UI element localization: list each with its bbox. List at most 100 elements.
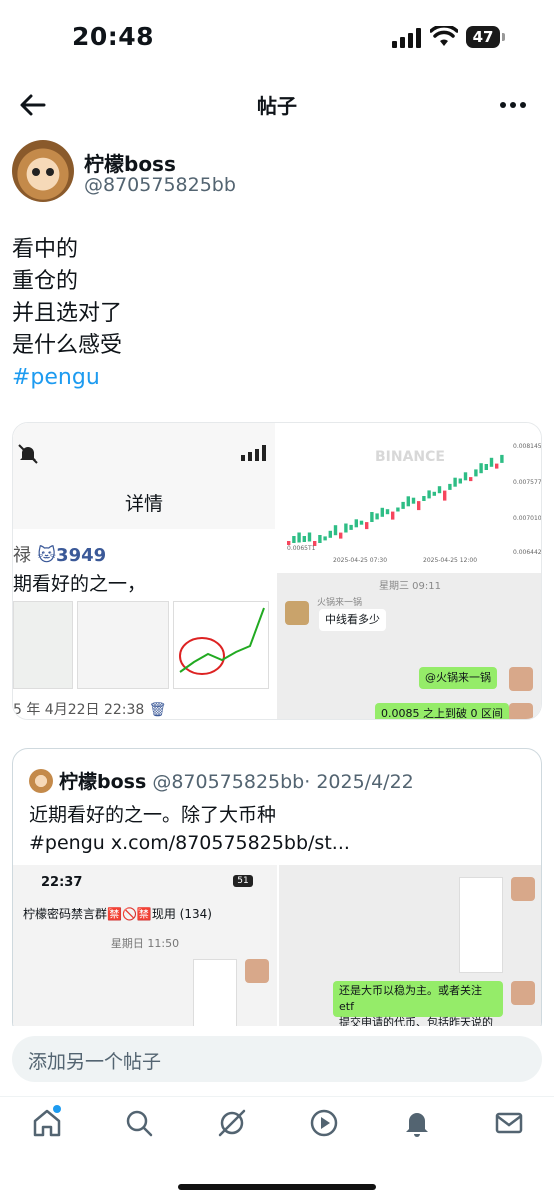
candle: [354, 519, 358, 528]
detail-label: 详情: [124, 493, 163, 515]
chat-sender: 火锅来一锅: [317, 598, 363, 608]
status-time: 20:48: [72, 22, 155, 51]
quoted-post[interactable]: 柠檬boss @870575825bb· 2025/4/22 近期看好的之一。除…: [12, 748, 542, 1038]
candle: [474, 469, 478, 477]
more-options-icon[interactable]: [498, 90, 528, 120]
grok-icon[interactable]: [216, 1107, 248, 1139]
media-grid[interactable]: 详情 禄 🐱3949 期看好的之一， 5 年 4月22日 22:38 🗑 BIN…: [12, 422, 542, 720]
quote-image-1[interactable]: 22:37 51 柠檬密码禁言群🈲🚫🈲现用 (134) 星期日 11:50: [13, 865, 277, 1037]
wifi-icon: [430, 26, 458, 46]
candle: [328, 530, 332, 538]
mail-icon[interactable]: [493, 1107, 525, 1139]
notification-dot: [53, 1105, 61, 1113]
candle: [422, 496, 426, 501]
price-label: 0.007010: [513, 515, 542, 522]
candle: [406, 496, 410, 507]
add-post-input[interactable]: 添加另一个帖子: [12, 1036, 542, 1082]
status-bar: 20:48 47: [0, 0, 554, 72]
candle: [458, 478, 462, 484]
count-value: 🐱3949: [37, 545, 107, 566]
post-line: 看中的: [12, 237, 79, 262]
post-line: 是什么感受: [12, 333, 123, 358]
search-icon[interactable]: [123, 1107, 155, 1139]
home-indicator: [178, 1184, 376, 1190]
screenshot-time: 22:37: [41, 875, 83, 890]
price-label: 0.007577: [513, 479, 542, 486]
quote-date: · 2025/4/22: [304, 771, 414, 793]
candle: [484, 464, 488, 470]
media-image-3[interactable]: 星期三 09:11 火锅来一锅 中线看多少 @火锅来一锅 0.0085 之上到破…: [277, 573, 541, 719]
media-image-1[interactable]: 详情 禄 🐱3949 期看好的之一， 5 年 4月22日 22:38 🗑: [13, 423, 275, 719]
candlestick-chart: [287, 454, 504, 546]
quote-image-2[interactable]: 还是大币以稳为主。或者关注 etf 提交申请的代币、包括昨天说的: [279, 865, 541, 1037]
video-icon[interactable]: [308, 1107, 340, 1139]
mute-bell-icon: [18, 444, 38, 464]
screenshot-battery: 51: [233, 875, 253, 887]
quote-author-handle: @870575825bb: [152, 771, 305, 793]
chart-watermark: BINANCE: [375, 449, 445, 465]
signal-icon: [241, 445, 266, 461]
author-name[interactable]: 柠檬boss: [84, 148, 176, 177]
candle: [344, 523, 348, 533]
post-author[interactable]: 柠檬boss @870575825bb: [12, 140, 542, 204]
avatar[interactable]: [12, 140, 74, 202]
time-label: 2025-04-25 12:00: [423, 557, 478, 564]
candle: [349, 524, 353, 530]
candle: [323, 536, 327, 541]
candle: [333, 525, 338, 536]
candle: [495, 463, 499, 469]
candle: [443, 490, 447, 501]
page-title: 帖子: [257, 94, 297, 118]
candle: [432, 491, 436, 496]
screenshot-day: 星期日 11:50: [110, 937, 180, 950]
time-label: 2025-04-25 07:30: [333, 557, 388, 564]
candle: [448, 483, 452, 490]
candle: [427, 490, 431, 499]
trash-icon: 🗑: [148, 702, 167, 718]
snippet-text: 期看好的之一，: [13, 573, 147, 595]
candle: [437, 486, 442, 494]
candle: [417, 501, 421, 511]
chat-bubble: 中线看多少: [319, 609, 386, 631]
candle: [302, 536, 306, 542]
mini-chart: [179, 607, 265, 675]
chat-bubble: 0.0085 之上到破 0 区间: [375, 703, 509, 719]
thumbnail-row: [13, 601, 275, 689]
low-label: 0.0065T1: [287, 545, 316, 552]
candle: [463, 472, 468, 481]
quote-author-name: 柠檬boss: [59, 771, 147, 793]
candle: [453, 477, 457, 487]
quote-line: 近期看好的之一。除了大币种: [29, 804, 277, 826]
post-line: 并且选对了: [12, 301, 123, 326]
candle: [396, 507, 400, 512]
hashtag-link[interactable]: #pengu: [12, 362, 122, 394]
candle: [370, 512, 374, 522]
candle: [297, 532, 301, 543]
candle: [365, 522, 369, 530]
battery-level: 47: [466, 26, 500, 48]
count-prefix: 禄: [13, 545, 31, 566]
quote-link[interactable]: #pengu x.com/870575825bb/st...: [29, 829, 350, 857]
timestamp: 5 年 4月22日 22:38 🗑: [13, 699, 167, 719]
chat-bubble: 还是大币以稳为主。或者关注 etf 提交申请的代币、包括昨天说的: [333, 981, 503, 1029]
chat-day: 星期三 09:11: [379, 581, 441, 592]
quote-body: 近期看好的之一。除了大币种 #pengu x.com/870575825bb/s…: [29, 801, 350, 857]
reply-compose: 添加另一个帖子: [0, 1026, 554, 1096]
price-label: 0.006442: [513, 549, 542, 556]
chat-bubble: @火锅来一锅: [419, 667, 497, 689]
quote-header: 柠檬boss @870575825bb· 2025/4/22: [29, 767, 414, 794]
media-image-2[interactable]: BINANCE 0.008145 0.007577 0.007010 0.006…: [277, 423, 542, 571]
candle: [500, 454, 504, 463]
top-nav: 帖子: [0, 80, 554, 130]
candle: [489, 457, 494, 467]
candle: [359, 520, 364, 525]
candle: [292, 536, 296, 543]
author-handle[interactable]: @870575825bb: [84, 174, 236, 196]
bottom-tab-bar: [0, 1096, 554, 1166]
candle: [318, 535, 322, 543]
candle: [401, 501, 405, 509]
bell-icon[interactable]: [401, 1107, 433, 1139]
post-line: 重仓的: [12, 269, 79, 294]
candle: [385, 509, 390, 515]
candle: [339, 532, 343, 539]
